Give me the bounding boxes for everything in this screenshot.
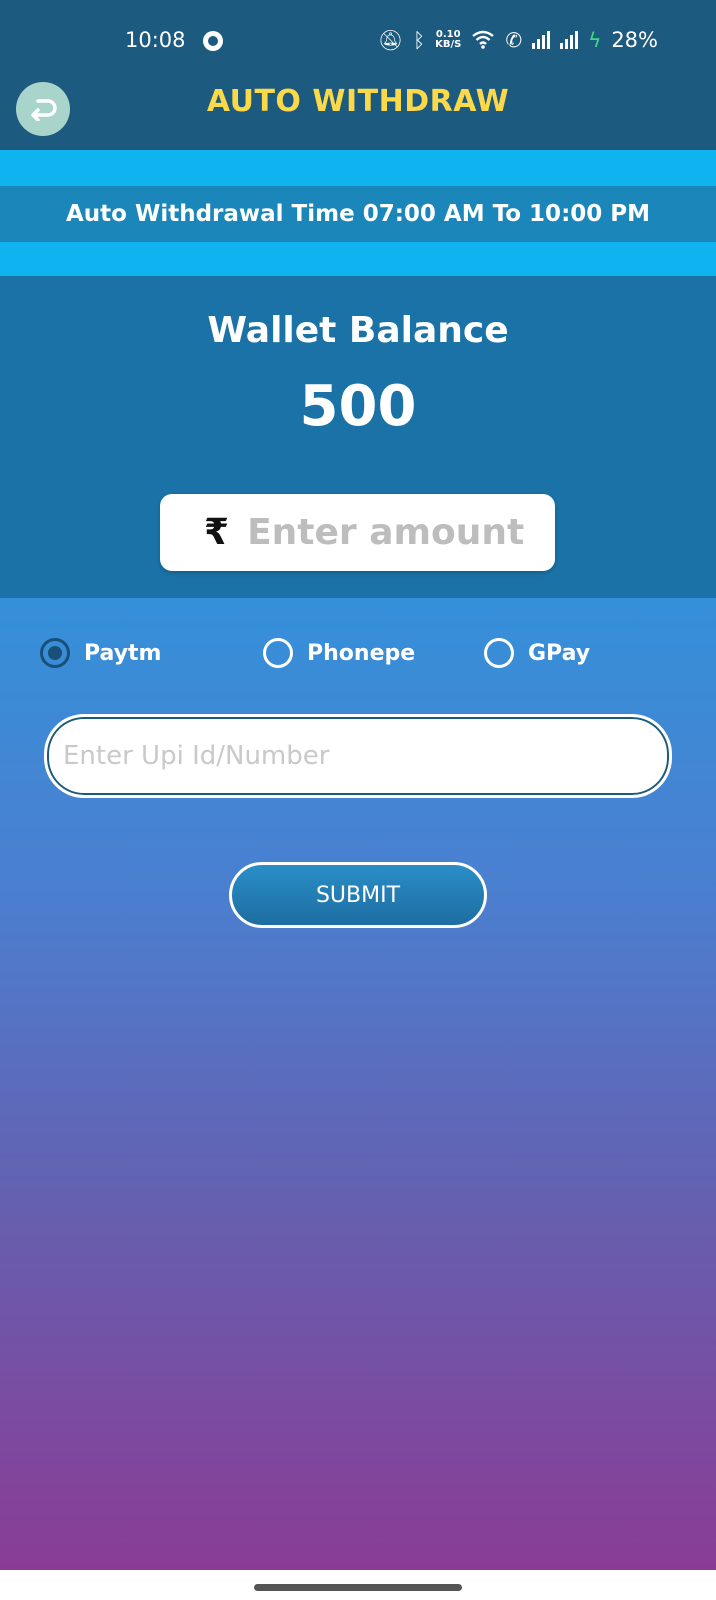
amount-field[interactable]: ₹ bbox=[160, 494, 555, 571]
net-speed: 0.10 KB/S bbox=[435, 30, 461, 50]
wifi-icon bbox=[471, 29, 495, 52]
wallet-balance-value: 500 bbox=[299, 374, 417, 439]
signal-icon-2 bbox=[560, 31, 579, 49]
wallet-balance-label: Wallet Balance bbox=[207, 310, 509, 351]
payment-method-group: Paytm Phonepe GPay bbox=[0, 638, 716, 688]
wifi-call-icon: ✆ bbox=[505, 28, 523, 52]
net-speed-unit: KB/S bbox=[435, 39, 462, 50]
radio-unchecked-icon bbox=[263, 638, 293, 668]
upi-input[interactable] bbox=[61, 740, 655, 772]
banner-stripe-top bbox=[0, 150, 716, 186]
upi-field[interactable] bbox=[44, 714, 672, 798]
header: 10:08 🔕︎ ᛒ 0.10 KB/S ✆ ϟ 28% AUTO WITHDR… bbox=[0, 0, 716, 150]
withdrawal-time-banner: Auto Withdrawal Time 07:00 AM To 10:00 P… bbox=[0, 186, 716, 242]
payment-section: Paytm Phonepe GPay SUBMIT bbox=[0, 598, 716, 1570]
mute-icon: 🔕︎ bbox=[377, 28, 404, 52]
amount-input[interactable] bbox=[245, 511, 540, 554]
auto-withdraw-screen: 10:08 🔕︎ ᛒ 0.10 KB/S ✆ ϟ 28% AUTO WITHDR… bbox=[0, 0, 716, 1600]
radio-checked-icon bbox=[40, 638, 70, 668]
radio-phonepe[interactable]: Phonepe bbox=[263, 638, 415, 668]
radio-label-phonepe: Phonepe bbox=[307, 640, 416, 666]
bluetooth-icon: ᛒ bbox=[413, 28, 426, 52]
signal-icon bbox=[532, 31, 551, 49]
charging-icon: ϟ bbox=[588, 28, 602, 52]
system-nav-bar bbox=[0, 1570, 716, 1600]
home-gesture-handle[interactable] bbox=[254, 1584, 462, 1591]
radio-gpay[interactable]: GPay bbox=[484, 638, 590, 668]
app-notification-icon bbox=[203, 31, 223, 51]
wallet-panel: Wallet Balance 500 ₹ bbox=[0, 276, 716, 598]
radio-paytm[interactable]: Paytm bbox=[40, 638, 161, 668]
radio-label-gpay: GPay bbox=[528, 640, 591, 666]
page-title: AUTO WITHDRAW bbox=[206, 84, 510, 119]
status-time: 10:08 bbox=[125, 28, 186, 52]
status-icons: 🔕︎ ᛒ 0.10 KB/S ✆ ϟ 28% bbox=[378, 28, 658, 52]
submit-button[interactable]: SUBMIT bbox=[229, 862, 487, 928]
radio-label-paytm: Paytm bbox=[84, 640, 162, 666]
radio-unchecked-icon bbox=[484, 638, 514, 668]
rupee-icon: ₹ bbox=[204, 512, 230, 553]
status-bar: 10:08 🔕︎ ᛒ 0.10 KB/S ✆ ϟ 28% bbox=[0, 22, 716, 62]
banner-stripe-bottom bbox=[0, 242, 716, 276]
withdrawal-time-text: Auto Withdrawal Time 07:00 AM To 10:00 P… bbox=[65, 201, 651, 227]
battery-level: 28% bbox=[611, 28, 658, 52]
